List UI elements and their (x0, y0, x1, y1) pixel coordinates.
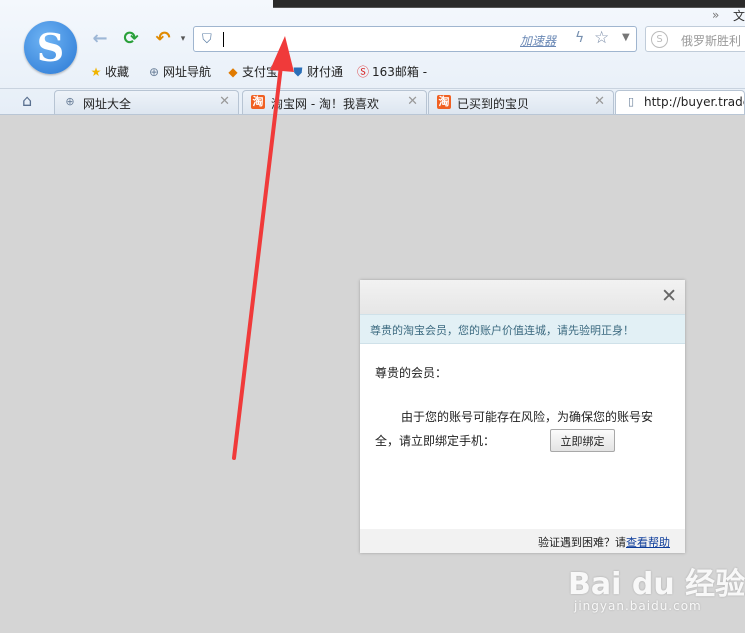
watermark-url: jingyan.baidu.com (574, 599, 702, 613)
watermark-logo: Bai du 经验 (568, 567, 745, 602)
arrow-head (270, 36, 294, 72)
baidu-jingyan-watermark: Bai du 经验 jingyan.baidu.com (568, 553, 745, 623)
arrow-shaft (232, 64, 283, 460)
annotation-arrow (232, 36, 294, 460)
